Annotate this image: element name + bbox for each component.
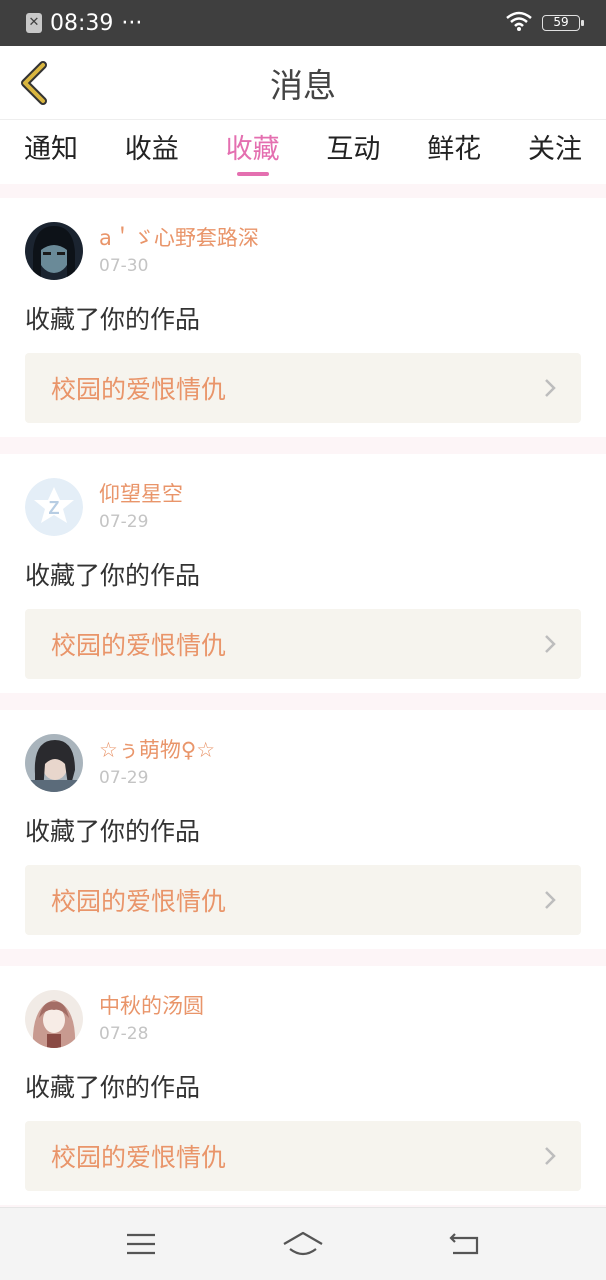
work-title: 校园的爱恨情仇 [51,631,227,660]
username[interactable]: 中秋的汤圆 [99,992,204,1020]
back-arrow-icon [21,61,47,105]
avatar[interactable] [25,734,83,792]
action-text: 收藏了你的作品 [25,817,201,846]
tab-interaction[interactable]: 互动 [326,120,380,184]
home-button[interactable] [273,1214,333,1274]
list-item: Z 仰望星空 07-29 收藏了你的作品 校园的爱恨情仇 [0,454,606,693]
list-item: ☆ぅ萌物♀☆ 07-29 收藏了你的作品 校园的爱恨情仇 [0,710,606,949]
status-dots: ··· [121,10,143,36]
page-title: 消息 [270,65,336,105]
tab-earnings[interactable]: 收益 [125,120,179,184]
timestamp: 07-29 [99,512,149,532]
chevron-right-icon [545,891,556,909]
notification-icon: ✕ [26,13,42,33]
action-text: 收藏了你的作品 [25,305,201,334]
app-header: 消息 [0,46,606,120]
tab-flowers[interactable]: 鲜花 [427,120,481,184]
work-link[interactable]: 校园的爱恨情仇 [25,609,581,679]
tab-favorites[interactable]: 收藏 [226,120,280,184]
svg-text:Z: Z [49,498,60,518]
timestamp: 07-29 [99,768,149,788]
action-text: 收藏了你的作品 [25,561,201,590]
menu-button[interactable] [111,1214,171,1274]
chevron-right-icon [545,379,556,397]
username[interactable]: ☆ぅ萌物♀☆ [99,736,215,764]
return-button[interactable] [435,1214,495,1274]
chevron-right-icon [545,1147,556,1165]
work-link[interactable]: 校园的爱恨情仇 [25,353,581,423]
status-time: 08:39 [50,10,114,36]
avatar[interactable]: Z [25,478,83,536]
battery-icon: 59 [542,15,584,31]
list-item: a＇ゞ心野套路深 07-30 收藏了你的作品 校园的爱恨情仇 [0,198,606,437]
return-icon [449,1233,479,1255]
action-text: 收藏了你的作品 [25,1073,201,1102]
system-nav-bar [0,1207,606,1280]
list-item: 中秋的汤圆 07-28 收藏了你的作品 校园的爱恨情仇 [0,966,606,1205]
avatar[interactable] [25,990,83,1048]
work-title: 校园的爱恨情仇 [51,887,227,916]
timestamp: 07-30 [99,256,149,276]
tab-following[interactable]: 关注 [528,120,582,184]
status-bar: ✕ 08:39 ··· 59 [0,0,606,46]
message-list: a＇ゞ心野套路深 07-30 收藏了你的作品 校园的爱恨情仇 Z 仰望星空 07… [0,198,606,1222]
username[interactable]: a＇ゞ心野套路深 [99,224,259,252]
avatar[interactable] [25,222,83,280]
chevron-right-icon [545,635,556,653]
username[interactable]: 仰望星空 [99,480,183,508]
wifi-icon [506,11,532,35]
menu-icon [127,1233,155,1255]
work-link[interactable]: 校园的爱恨情仇 [25,865,581,935]
work-title: 校园的爱恨情仇 [51,375,227,404]
tab-notice[interactable]: 通知 [24,120,78,184]
timestamp: 07-28 [99,1024,149,1044]
work-link[interactable]: 校园的爱恨情仇 [25,1121,581,1191]
back-button[interactable] [14,60,54,106]
work-title: 校园的爱恨情仇 [51,1143,227,1172]
tab-bar: 通知 收益 收藏 互动 鲜花 关注 [0,120,606,184]
home-icon [283,1231,323,1256]
